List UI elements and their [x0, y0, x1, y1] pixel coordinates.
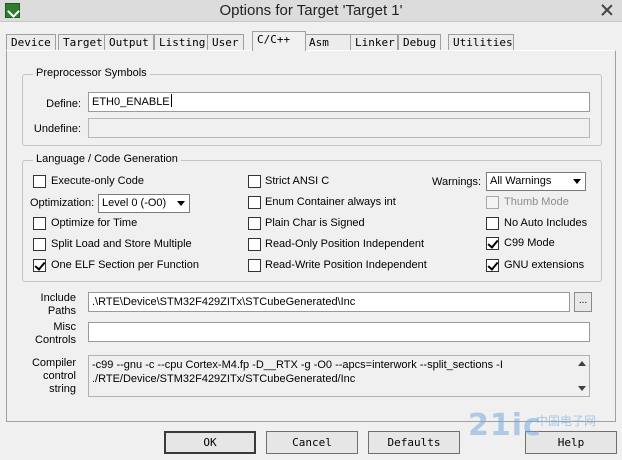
undefine-field[interactable]: [88, 118, 590, 138]
cancel-button[interactable]: Cancel: [266, 431, 358, 454]
no-auto-includes-label: No Auto Includes: [504, 217, 588, 229]
execute-only-checkbox[interactable]: [33, 175, 46, 188]
text-caret: [170, 94, 172, 107]
optimize-time-checkbox[interactable]: [33, 217, 46, 230]
plain-char-label: Plain Char is Signed: [265, 217, 365, 229]
no-auto-includes-checkbox[interactable]: [486, 217, 499, 230]
optimization-value: Level 0 (-O0): [102, 197, 167, 209]
split-load-checkbox[interactable]: [33, 238, 46, 251]
tab-debug[interactable]: Debug: [398, 34, 442, 50]
chevron-down-icon[interactable]: [174, 196, 188, 211]
undefine-label: Undefine:: [33, 123, 81, 135]
define-value: ETH0_ENABLE: [92, 96, 170, 108]
warnings-value: All Warnings: [490, 175, 552, 187]
ok-button[interactable]: OK: [164, 431, 256, 454]
enum-container-checkbox[interactable]: [248, 196, 261, 209]
misc-controls-field[interactable]: [88, 322, 590, 342]
warnings-select[interactable]: All Warnings: [486, 172, 586, 191]
include-paths-browse-button[interactable]: ...: [574, 292, 592, 312]
enum-container-label: Enum Container always int: [265, 196, 396, 208]
tab-c-cpp[interactable]: C/C++: [252, 31, 306, 51]
rw-position-independent-checkbox[interactable]: [248, 259, 261, 272]
c99-mode-label: C99 Mode: [504, 237, 555, 249]
title-bar: Options for Target 'Target 1': [0, 0, 622, 22]
language-group-title: Language / Code Generation: [33, 153, 181, 165]
watermark-subtext: 中国电子网: [536, 414, 597, 428]
thumb-mode-checkbox[interactable]: [486, 196, 499, 209]
gnu-extensions-label: GNU extensions: [504, 259, 585, 271]
include-paths-label: Include Paths: [40, 292, 76, 317]
include-paths-field[interactable]: .\RTE\Device\STM32F429ZITx\STCubeGenerat…: [88, 292, 570, 312]
optimization-label: Optimization:: [30, 197, 95, 209]
chevron-down-icon[interactable]: [570, 174, 584, 189]
compiler-control-line-1: -c99 --gnu -c --cpu Cortex-M4.fp -D__RTX…: [92, 359, 503, 371]
compiler-control-scrollbar[interactable]: [574, 356, 589, 396]
tab-target[interactable]: Target: [58, 34, 108, 50]
split-load-label: Split Load and Store Multiple: [51, 238, 192, 250]
tab-user[interactable]: User: [207, 34, 244, 50]
optimize-time-label: Optimize for Time: [51, 217, 138, 229]
define-label: Define:: [46, 98, 81, 110]
ro-position-independent-checkbox[interactable]: [248, 238, 261, 251]
tab-linker[interactable]: Linker: [350, 34, 398, 50]
scroll-down-icon[interactable]: [578, 386, 586, 391]
thumb-mode-label: Thumb Mode: [504, 196, 569, 208]
warnings-label: Warnings:: [432, 176, 482, 188]
tab-device[interactable]: Device: [6, 34, 56, 50]
ro-position-independent-label: Read-Only Position Independent: [265, 238, 424, 250]
misc-controls-label: Misc Controls: [35, 321, 76, 346]
plain-char-checkbox[interactable]: [248, 217, 261, 230]
optimization-select[interactable]: Level 0 (-O0): [98, 194, 190, 213]
window-title: Options for Target 'Target 1': [219, 2, 403, 19]
scroll-up-icon[interactable]: [578, 361, 586, 366]
define-field[interactable]: ETH0_ENABLE: [88, 92, 590, 112]
execute-only-label: Execute-only Code: [51, 175, 144, 187]
strict-ansi-label: Strict ANSI C: [265, 175, 330, 187]
compiler-control-label: Compiler control string: [31, 357, 76, 395]
one-elf-checkbox[interactable]: [33, 259, 46, 272]
close-icon[interactable]: [598, 2, 616, 18]
tab-asm[interactable]: Asm: [304, 34, 354, 50]
tab-listing[interactable]: Listing: [154, 34, 211, 50]
one-elf-label: One ELF Section per Function: [51, 259, 199, 271]
defaults-button[interactable]: Defaults: [368, 431, 460, 454]
compiler-control-line-2: ./RTE/Device/STM32F429ZITx/STCubeGenerat…: [92, 373, 356, 385]
c99-mode-checkbox[interactable]: [486, 237, 499, 250]
watermark-logo: 21ic: [468, 408, 542, 443]
compiler-control-string-field[interactable]: -c99 --gnu -c --cpu Cortex-M4.fp -D__RTX…: [88, 355, 590, 397]
rw-position-independent-label: Read-Write Position Independent: [265, 259, 427, 271]
tab-utilities[interactable]: Utilities: [448, 34, 514, 50]
tab-output[interactable]: Output: [104, 34, 154, 50]
preprocessor-group-title: Preprocessor Symbols: [33, 67, 150, 79]
strict-ansi-checkbox[interactable]: [248, 175, 261, 188]
gnu-extensions-checkbox[interactable]: [486, 259, 499, 272]
